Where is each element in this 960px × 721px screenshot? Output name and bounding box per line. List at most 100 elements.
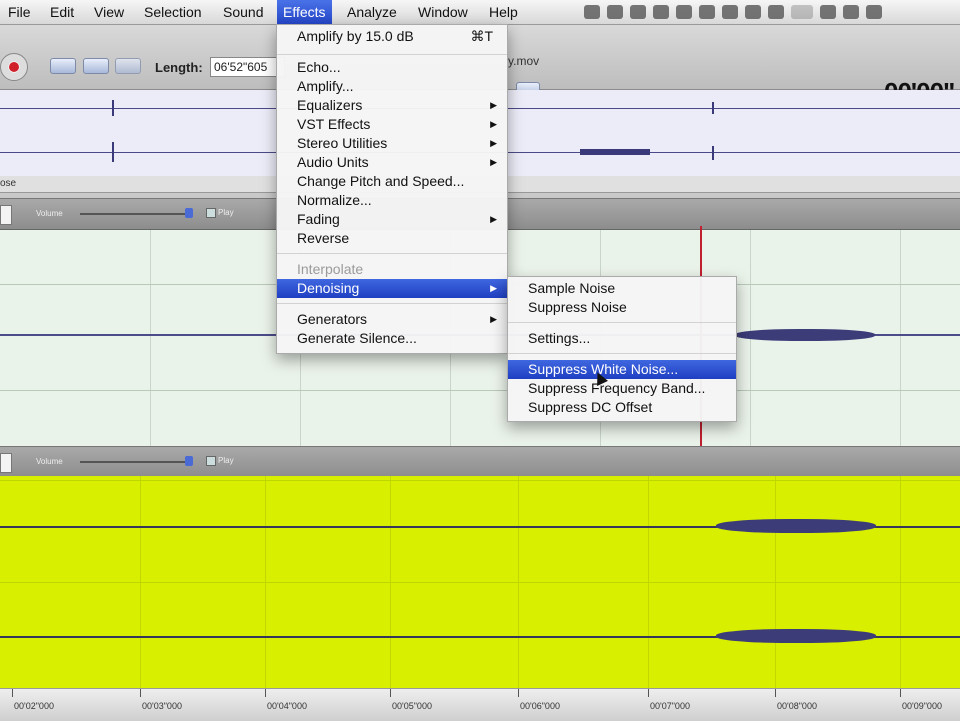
overview-peak	[712, 146, 714, 160]
submenu-arrow-icon: ▶	[490, 100, 497, 110]
menu-item-reverse[interactable]: Reverse	[277, 229, 507, 248]
zoom-fit-button[interactable]	[115, 58, 141, 74]
denoising-submenu: Sample Noise Suppress Noise Settings... …	[507, 276, 737, 422]
play-toggle[interactable]: Play	[206, 456, 234, 466]
waveform-segment	[716, 519, 876, 533]
menu-item-label: Equalizers	[297, 97, 363, 113]
ruler-tick	[648, 689, 649, 697]
file-title: y.mov	[508, 54, 540, 68]
menu-item-generators[interactable]: Generators ▶	[277, 310, 507, 329]
record-button[interactable]	[0, 53, 28, 81]
grid-line	[0, 390, 960, 391]
ruler-label: 00'08"000	[777, 701, 817, 711]
overview-peak	[712, 102, 714, 114]
menu-item-normalize[interactable]: Normalize...	[277, 191, 507, 210]
menu-view[interactable]: View	[88, 0, 130, 24]
ruler-tick	[390, 689, 391, 697]
evernote-icon[interactable]	[676, 5, 692, 19]
zoom-in-button[interactable]	[50, 58, 76, 74]
volume-slider[interactable]	[80, 461, 190, 463]
menu-item-label: Audio Units	[297, 154, 369, 170]
menu-item-label: Suppress Noise	[528, 299, 627, 315]
submenu-arrow-icon: ▶	[490, 214, 497, 224]
waveform-segment	[716, 629, 876, 643]
overview-peak	[112, 100, 114, 116]
menu-separator	[508, 353, 736, 354]
menu-item-label: VST Effects	[297, 116, 371, 132]
battery-icon[interactable]	[843, 5, 859, 19]
flag-icon[interactable]	[866, 5, 882, 19]
menu-item-fading[interactable]: Fading ▶	[277, 210, 507, 229]
system-tray	[584, 4, 882, 20]
play-label: Play	[218, 456, 234, 466]
grid-line	[150, 230, 151, 446]
volume-slider[interactable]	[80, 213, 190, 215]
time-ruler[interactable]: 00'02"000 00'03"000 00'04"000 00'05"000 …	[0, 688, 960, 721]
play-toggle[interactable]: Play	[206, 208, 234, 218]
printer-icon[interactable]	[722, 5, 738, 19]
overview-label: ose	[0, 178, 17, 189]
submenu-arrow-icon: ▶	[490, 283, 497, 293]
menu-help[interactable]: Help	[483, 0, 524, 24]
grid-line	[0, 582, 960, 583]
menu-separator	[277, 303, 507, 304]
menu-item-settings[interactable]: Settings...	[508, 329, 736, 348]
menu-effects[interactable]: Effects	[277, 0, 332, 24]
video-icon[interactable]	[607, 5, 623, 19]
music-icon[interactable]	[653, 5, 669, 19]
menu-item-amplify-15db[interactable]: Amplify by 15.0 dB ⌘T	[277, 27, 507, 46]
menu-item-suppress-noise[interactable]: Suppress Noise	[508, 298, 736, 317]
menu-edit[interactable]: Edit	[44, 0, 80, 24]
menu-item-audio-units[interactable]: Audio Units ▶	[277, 153, 507, 172]
volume-knob[interactable]	[185, 208, 193, 218]
menu-item-label: Amplify by 15.0 dB	[297, 28, 414, 44]
record-icon	[9, 62, 19, 72]
menu-item-label: Echo...	[297, 59, 341, 75]
menu-sound[interactable]: Sound	[217, 0, 269, 24]
sync-icon[interactable]	[584, 5, 600, 19]
track-header-2: Volume Play	[0, 446, 960, 478]
volume-label: Volume	[36, 457, 63, 466]
length-field[interactable]: 06'52"605	[210, 57, 285, 77]
menu-item-suppress-frequency-band[interactable]: Suppress Frequency Band...	[508, 379, 736, 398]
menu-item-sample-noise[interactable]: Sample Noise	[508, 279, 736, 298]
menu-separator	[277, 253, 507, 254]
ruler-label: 00'06"000	[520, 701, 560, 711]
menu-item-label: Stereo Utilities	[297, 135, 388, 151]
menu-item-echo[interactable]: Echo...	[277, 58, 507, 77]
bluetooth-icon[interactable]	[745, 5, 761, 19]
menu-item-denoising[interactable]: Denoising ▶	[277, 279, 507, 298]
submenu-arrow-icon: ▶	[490, 138, 497, 148]
skype-icon[interactable]	[630, 5, 646, 19]
menu-item-suppress-dc-offset[interactable]: Suppress DC Offset	[508, 398, 736, 417]
menu-analyze[interactable]: Analyze	[341, 0, 403, 24]
volume-knob[interactable]	[185, 456, 193, 466]
menu-item-label: Interpolate	[297, 261, 364, 277]
zoom-out-button[interactable]	[83, 58, 109, 74]
menu-item-change-pitch-speed[interactable]: Change Pitch and Speed...	[277, 172, 507, 191]
ruler-tick	[775, 689, 776, 697]
menu-item-suppress-white-noise[interactable]: Suppress White Noise...	[508, 360, 736, 379]
menu-item-stereo-utilities[interactable]: Stereo Utilities ▶	[277, 134, 507, 153]
track-2-waveform-selected[interactable]	[0, 476, 960, 688]
menu-item-label: Denoising	[297, 280, 360, 296]
checkbox-icon	[206, 456, 216, 466]
time-machine-icon[interactable]	[768, 5, 784, 19]
menu-item-vst-effects[interactable]: VST Effects ▶	[277, 115, 507, 134]
tools-icon[interactable]	[699, 5, 715, 19]
menu-item-generate-silence[interactable]: Generate Silence...	[277, 329, 507, 348]
ruler-label: 00'09"000	[902, 701, 942, 711]
menu-item-label: Generate Silence...	[297, 330, 417, 346]
menu-item-amplify[interactable]: Amplify...	[277, 77, 507, 96]
menu-selection[interactable]: Selection	[138, 0, 208, 24]
grid-line	[900, 230, 901, 446]
track-select-box[interactable]	[0, 205, 12, 225]
menu-file[interactable]: File	[2, 0, 37, 24]
menu-item-equalizers[interactable]: Equalizers ▶	[277, 96, 507, 115]
track-select-box[interactable]	[0, 453, 12, 473]
menu-window[interactable]: Window	[412, 0, 474, 24]
wifi-icon[interactable]	[791, 5, 813, 19]
menu-item-label: Suppress DC Offset	[528, 399, 653, 415]
volume-icon[interactable]	[820, 5, 836, 19]
menu-separator	[508, 322, 736, 323]
